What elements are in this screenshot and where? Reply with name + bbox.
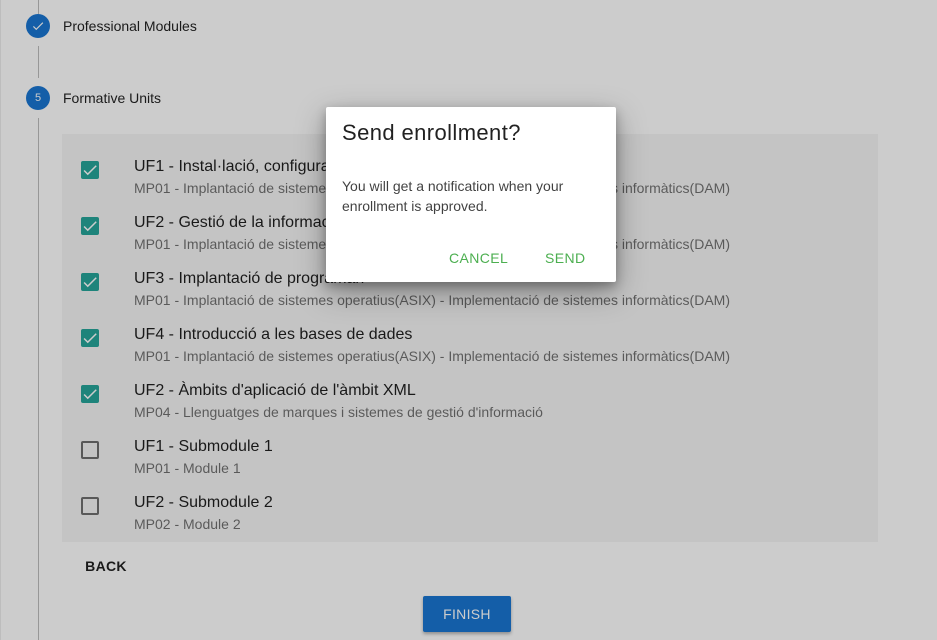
- cancel-button[interactable]: CANCEL: [449, 245, 508, 271]
- enrollment-page: Professional Modules 5 Formative Units U…: [0, 0, 937, 640]
- dialog-message: You will get a notification when your en…: [342, 178, 564, 214]
- dialog-title: Send enrollment?: [342, 120, 521, 145]
- confirm-dialog: Send enrollment? You will get a notifica…: [326, 107, 616, 282]
- modal-backdrop[interactable]: [1, 0, 937, 640]
- send-button[interactable]: SEND: [545, 245, 586, 271]
